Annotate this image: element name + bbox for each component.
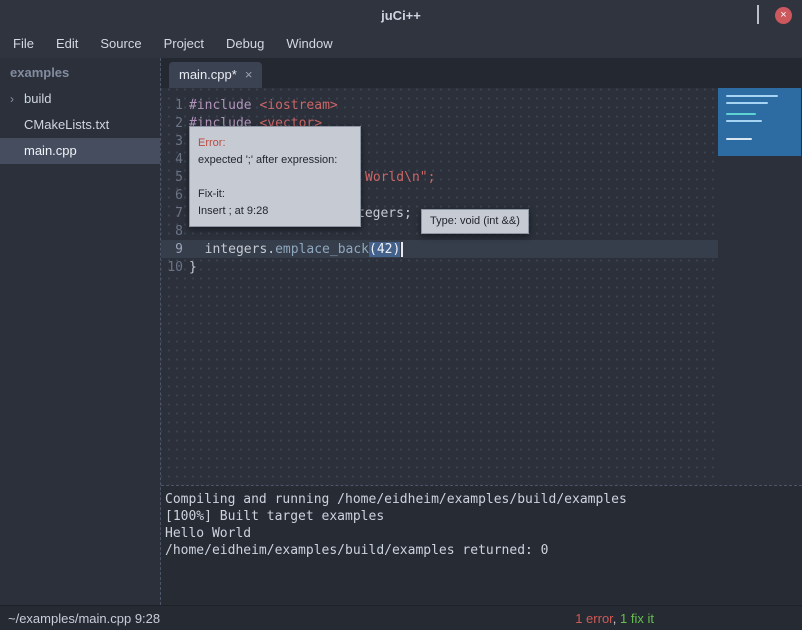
- overview-viewport[interactable]: [718, 88, 801, 156]
- type-tooltip-text: Type: void (int &&): [430, 215, 520, 227]
- error-tooltip: Error: expected ';' after expression: Fi…: [189, 126, 361, 227]
- line-number: 5: [161, 170, 183, 185]
- type-tooltip: Type: void (int &&): [421, 209, 529, 234]
- terminal-line: [100%] Built target examples: [165, 508, 798, 525]
- main-body: examples ›buildCMakeLists.txtmain.cpp ma…: [0, 58, 802, 605]
- code-line-9[interactable]: 9 integers.emplace_back(42): [161, 240, 718, 258]
- chevron-right-icon: ›: [10, 86, 24, 112]
- fixit-text: Insert ; at 9:28: [198, 203, 352, 220]
- line-number: 1: [161, 98, 183, 113]
- error-tooltip-title: Error:: [198, 135, 352, 152]
- overview-mark: [726, 95, 778, 97]
- restore-icon: [757, 5, 759, 24]
- window-controls: ×: [741, 0, 792, 30]
- code-text: #include <iostream>: [189, 96, 338, 114]
- overview-mark: [726, 120, 762, 122]
- overview-mark: [726, 113, 756, 115]
- line-number: 10: [161, 260, 183, 275]
- tab-main-cpp[interactable]: main.cpp* ×: [169, 62, 262, 88]
- tab-bar: main.cpp* ×: [161, 58, 802, 88]
- menu-debug[interactable]: Debug: [215, 30, 275, 58]
- line-number: 8: [161, 224, 183, 239]
- line-number: 7: [161, 206, 183, 221]
- status-bar: ~/examples/main.cpp 9:28 1 error, 1 fix …: [0, 605, 802, 630]
- file-label: main.cpp: [24, 138, 77, 164]
- terminal-line: /home/eidheim/examples/build/examples re…: [165, 542, 798, 559]
- code-line-1[interactable]: 1 #include <iostream>: [161, 96, 718, 114]
- error-tooltip-message: expected ';' after expression:: [198, 152, 352, 169]
- menu-window[interactable]: Window: [275, 30, 343, 58]
- diagnostics-separator: ,: [613, 611, 620, 626]
- terminal-line: Compiling and running /home/eidheim/exam…: [165, 491, 798, 508]
- line-number: 2: [161, 116, 183, 131]
- file-label: CMakeLists.txt: [24, 112, 109, 138]
- restore-button[interactable]: [757, 6, 759, 24]
- menu-source[interactable]: Source: [89, 30, 152, 58]
- fixit-label: Fix-it:: [198, 186, 352, 203]
- menu-file[interactable]: File: [2, 30, 45, 58]
- text-cursor: [401, 242, 403, 257]
- terminal-line: Hello World: [165, 525, 798, 542]
- window-title: juCi++: [0, 8, 802, 23]
- source-overview: [718, 88, 802, 485]
- menubar: FileEditSourceProjectDebugWindow: [0, 30, 802, 58]
- tree-item-main-cpp[interactable]: main.cpp: [0, 138, 160, 164]
- tab-label: main.cpp*: [179, 62, 237, 88]
- menu-project[interactable]: Project: [153, 30, 215, 58]
- tree-item-build[interactable]: ›build: [0, 86, 160, 112]
- app-window: juCi++ × FileEditSourceProjectDebugWindo…: [0, 0, 802, 630]
- editor-pane: main.cpp* × 1 #include <iostream> 2 #includ…: [160, 58, 802, 605]
- file-label: build: [24, 86, 51, 112]
- status-diagnostics: 1 error, 1 fix it: [575, 611, 654, 626]
- tooltip-gap: [198, 169, 352, 186]
- code-line-10[interactable]: 10}: [161, 258, 718, 276]
- overview-mark: [726, 138, 752, 140]
- tab-close-icon[interactable]: ×: [245, 62, 253, 88]
- title-bar[interactable]: juCi++ ×: [0, 0, 802, 30]
- terminal-output[interactable]: Compiling and running /home/eidheim/exam…: [161, 485, 802, 605]
- file-sidebar: examples ›buildCMakeLists.txtmain.cpp: [0, 58, 160, 605]
- project-name: examples: [0, 58, 160, 86]
- file-tree: ›buildCMakeLists.txtmain.cpp: [0, 86, 160, 164]
- menu-edit[interactable]: Edit: [45, 30, 89, 58]
- line-number: 9: [161, 242, 183, 257]
- line-number: 3: [161, 134, 183, 149]
- line-number: 4: [161, 152, 183, 167]
- close-button[interactable]: ×: [775, 7, 792, 24]
- tree-item-cmakelists-txt[interactable]: CMakeLists.txt: [0, 112, 160, 138]
- code-text: }: [189, 258, 197, 276]
- overview-mark: [726, 102, 768, 104]
- code-editor[interactable]: 1#include <iostream>2#include <vector>34…: [161, 88, 802, 485]
- code-text: integers.emplace_back(42): [189, 240, 403, 258]
- fixit-count: 1 fix it: [620, 611, 654, 626]
- status-file-position: ~/examples/main.cpp 9:28: [8, 611, 160, 626]
- error-count: 1 error: [575, 611, 613, 626]
- line-number: 6: [161, 188, 183, 203]
